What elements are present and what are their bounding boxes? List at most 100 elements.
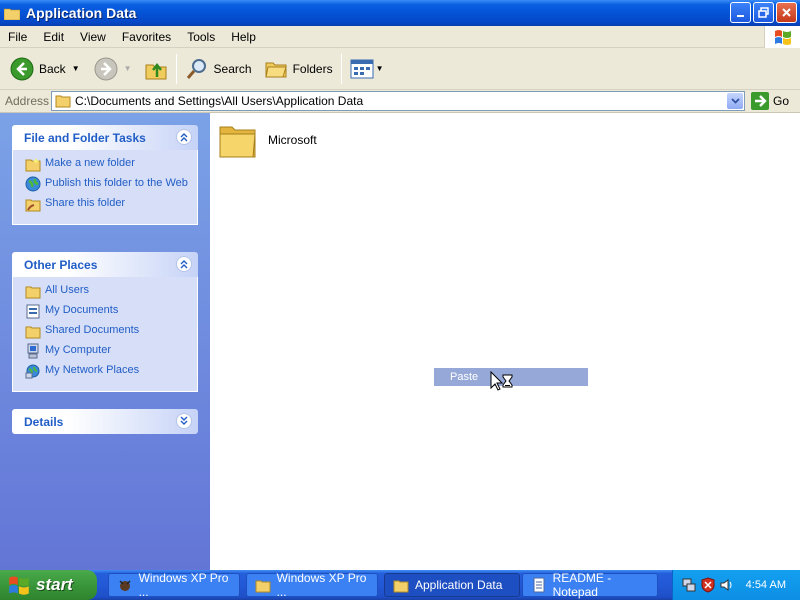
address-input[interactable]: C:\Documents and Settings\All Users\Appl… xyxy=(51,91,745,111)
minimize-button[interactable] xyxy=(730,2,751,23)
taskbar: start Windows XP Pro ... Windows XP Pro … xyxy=(0,570,800,600)
back-arrow-icon xyxy=(10,57,34,80)
network-places-icon xyxy=(25,364,40,379)
clock[interactable]: 4:54 AM xyxy=(746,579,786,591)
paste-label: Paste xyxy=(450,371,479,383)
folder-icon xyxy=(255,580,271,593)
forward-arrow-icon xyxy=(94,57,118,80)
network-tray-icon[interactable] xyxy=(681,577,697,593)
go-arrow-icon xyxy=(751,92,769,110)
collapse-icon[interactable] xyxy=(176,256,192,272)
up-folder-button[interactable] xyxy=(140,52,172,86)
windows-logo-icon xyxy=(764,26,800,48)
place-all-users[interactable]: All Users xyxy=(25,283,189,299)
panel-title: Other Places xyxy=(24,257,98,272)
panel-body: Make a new folder Publish this folder to… xyxy=(12,150,198,225)
toolbar-separator xyxy=(175,53,177,84)
menu-favorites[interactable]: Favorites xyxy=(114,30,179,44)
folder-icon xyxy=(219,126,256,158)
forward-button[interactable]: ▼ xyxy=(90,52,136,86)
back-dropdown-icon[interactable]: ▼ xyxy=(72,64,80,73)
my-documents-icon xyxy=(26,304,40,319)
menu-file[interactable]: File xyxy=(0,30,35,44)
address-bar: Address C:\Documents and Settings\All Us… xyxy=(0,90,800,113)
busy-cursor-icon xyxy=(490,371,513,391)
minimize-icon xyxy=(737,15,744,17)
share-folder-link[interactable]: Share this folder xyxy=(25,196,189,212)
folder-icon xyxy=(393,580,409,593)
search-button[interactable]: Search xyxy=(181,52,256,86)
collapse-icon[interactable] xyxy=(176,129,192,145)
restore-button[interactable] xyxy=(753,2,774,23)
toolbar: Back ▼ ▼ Search Folders ▼ xyxy=(0,48,800,90)
address-label: Address xyxy=(5,94,50,108)
views-dropdown-icon[interactable]: ▼ xyxy=(376,64,384,73)
taskbar-button-xp-pro-1[interactable]: Windows XP Pro ... xyxy=(108,571,240,599)
file-list-area[interactable]: Microsoft Paste xyxy=(210,113,800,570)
address-dropdown-button[interactable] xyxy=(727,93,743,109)
share-folder-icon xyxy=(25,199,41,212)
folder-microsoft[interactable]: Microsoft xyxy=(218,121,317,159)
forward-dropdown-icon[interactable]: ▼ xyxy=(124,64,132,73)
folder-label: Microsoft xyxy=(268,133,317,147)
folders-button[interactable]: Folders xyxy=(260,52,337,86)
place-my-network-places[interactable]: My Network Places xyxy=(25,363,189,379)
place-my-computer[interactable]: My Computer xyxy=(25,343,189,359)
chevron-down-icon xyxy=(730,98,740,104)
folder-icon xyxy=(55,95,71,108)
place-my-documents[interactable]: My Documents xyxy=(25,303,189,319)
menu-help[interactable]: Help xyxy=(223,30,264,44)
address-path: C:\Documents and Settings\All Users\Appl… xyxy=(75,94,364,108)
folder-icon xyxy=(4,8,20,20)
bug-icon xyxy=(119,580,131,591)
menu-view[interactable]: View xyxy=(72,30,114,44)
taskbar-button-readme-notepad[interactable]: README - Notepad xyxy=(522,571,658,599)
shared-folder-icon xyxy=(25,326,41,339)
file-folder-tasks-panel: File and Folder Tasks Make a new folder … xyxy=(12,125,198,225)
place-shared-documents[interactable]: Shared Documents xyxy=(25,323,189,339)
panel-title: File and Folder Tasks xyxy=(24,130,146,145)
panel-title: Details xyxy=(24,414,64,429)
folders-icon xyxy=(264,62,287,77)
task-pane: File and Folder Tasks Make a new folder … xyxy=(0,113,210,570)
expand-icon[interactable] xyxy=(176,413,192,429)
window-title: Application Data xyxy=(26,5,137,21)
panel-header[interactable]: File and Folder Tasks xyxy=(12,125,198,150)
other-places-panel: Other Places All Users My Documents Shar… xyxy=(12,252,198,392)
details-panel: Details xyxy=(12,409,198,434)
start-button[interactable]: start xyxy=(0,570,97,600)
folders-label: Folders xyxy=(292,61,333,76)
panel-header[interactable]: Other Places xyxy=(12,252,198,277)
folder-icon xyxy=(25,286,41,299)
menu-edit[interactable]: Edit xyxy=(35,30,72,44)
search-icon xyxy=(186,58,206,79)
close-button[interactable] xyxy=(776,2,797,23)
menu-tools[interactable]: Tools xyxy=(179,30,223,44)
back-button[interactable]: Back ▼ xyxy=(6,52,84,86)
restore-icon xyxy=(758,7,769,18)
volume-icon[interactable] xyxy=(719,577,735,593)
start-label: start xyxy=(36,575,73,594)
publish-web-link[interactable]: Publish this folder to the Web xyxy=(25,176,189,192)
make-new-folder-link[interactable]: Make a new folder xyxy=(25,156,189,172)
views-button[interactable]: ▼ xyxy=(346,52,388,86)
title-bar: Application Data xyxy=(0,0,800,26)
menu-bar: File Edit View Favorites Tools Help xyxy=(0,26,800,48)
back-label: Back xyxy=(39,61,66,76)
go-button[interactable]: Go xyxy=(751,92,789,110)
notepad-icon xyxy=(533,577,545,593)
security-shield-icon[interactable] xyxy=(700,577,716,593)
close-icon xyxy=(782,8,791,17)
globe-icon xyxy=(25,176,41,192)
taskbar-button-application-data[interactable]: Application Data xyxy=(384,573,520,597)
new-folder-icon xyxy=(25,158,41,172)
panel-body: All Users My Documents Shared Documents … xyxy=(12,277,198,392)
up-folder-icon xyxy=(145,62,167,79)
system-tray: 4:54 AM xyxy=(672,570,800,600)
panel-header[interactable]: Details xyxy=(12,409,198,434)
go-label: Go xyxy=(773,94,790,108)
windows-logo-icon xyxy=(9,576,29,595)
taskbar-button-xp-pro-2[interactable]: Windows XP Pro ... xyxy=(246,571,378,599)
toolbar-separator xyxy=(340,53,342,84)
search-label: Search xyxy=(213,61,252,76)
